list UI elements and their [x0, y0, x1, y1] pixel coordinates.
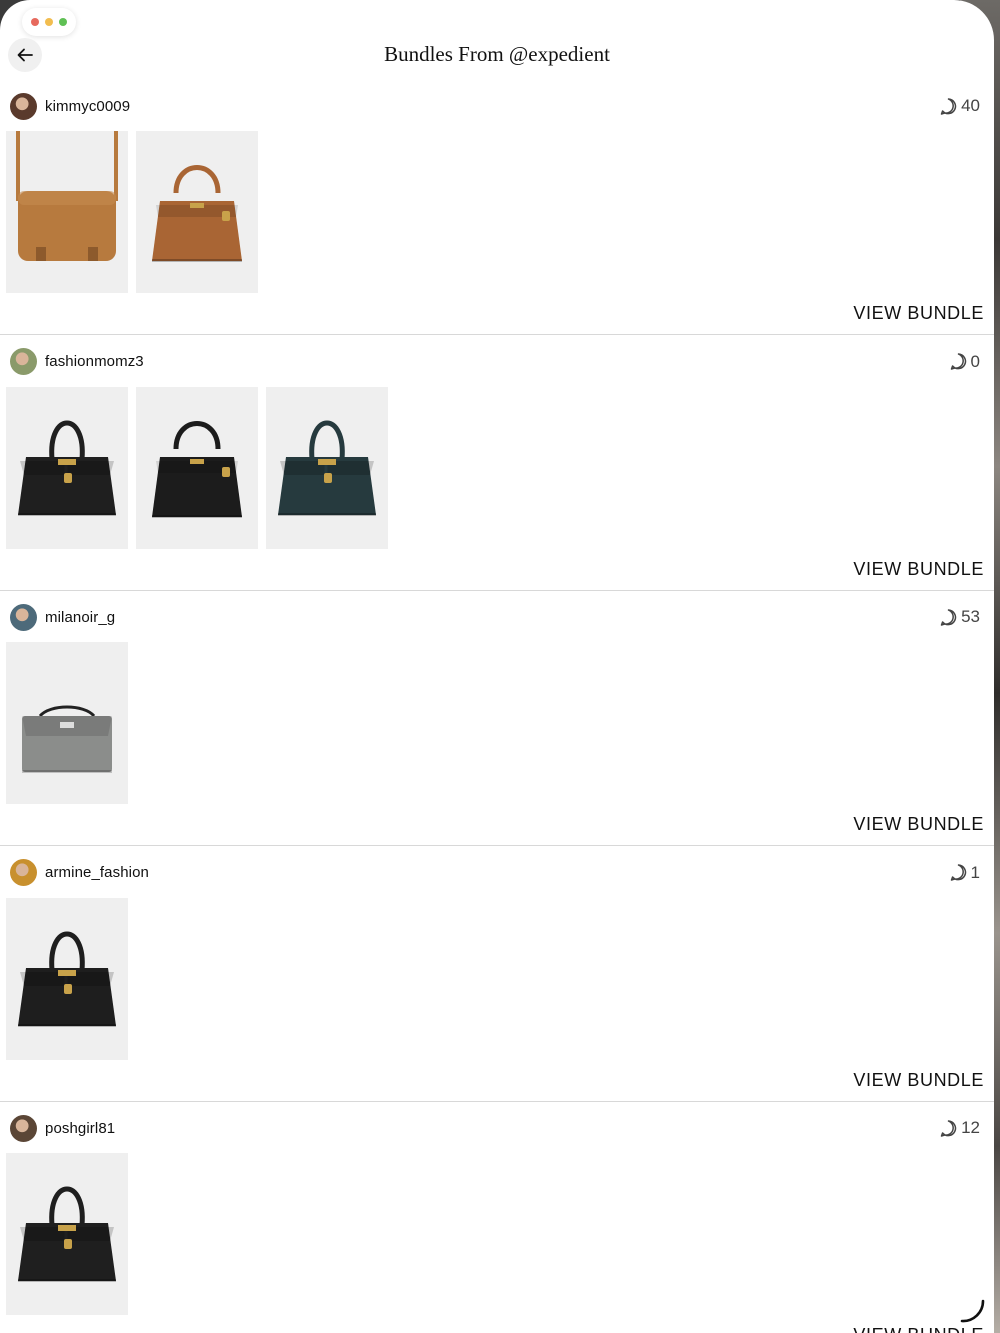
comment-count[interactable]: 0 [949, 352, 980, 372]
comment-count[interactable]: 12 [939, 1118, 980, 1138]
username-link[interactable]: armine_fashion [45, 864, 149, 881]
comment-count-value: 53 [961, 607, 980, 626]
close-window-button[interactable] [31, 18, 39, 26]
view-bundle-button[interactable]: VIEW BUNDLE [853, 303, 984, 324]
bundle-item-thumbnail[interactable] [136, 386, 258, 549]
bundle-header: poshgirl81 12 [10, 1114, 980, 1142]
view-bundle-button[interactable]: VIEW BUNDLE [853, 814, 984, 835]
comment-count-value: 0 [970, 351, 980, 371]
bundle-item-thumbnail[interactable] [6, 897, 128, 1060]
bundle-item-thumbnail[interactable] [6, 131, 128, 293]
comment-count-value: 12 [961, 1118, 980, 1137]
comment-count-value: 40 [961, 96, 980, 115]
bundle-thumbnails [6, 131, 258, 293]
loading-spinner-icon [960, 1299, 985, 1323]
bundle-item-thumbnail[interactable] [136, 131, 258, 293]
avatar[interactable] [10, 603, 37, 631]
bundle-card: kimmyc0009 40 VIEW BUNDLE [0, 80, 994, 335]
minimize-window-button[interactable] [45, 18, 53, 26]
username-link[interactable]: fashionmomz3 [45, 353, 144, 370]
comment-count[interactable]: 40 [939, 96, 980, 116]
comment-bubble-icon [940, 97, 957, 115]
bundle-header: kimmyc0009 40 [10, 92, 980, 120]
username-link[interactable]: kimmyc0009 [45, 98, 130, 115]
app-window: Bundles From @expedient kimmyc0009 40 VI… [0, 0, 994, 1333]
view-bundle-button[interactable]: VIEW BUNDLE [853, 559, 984, 580]
bundle-item-thumbnail[interactable] [6, 386, 128, 549]
page-title: Bundles From @expedient [384, 42, 610, 66]
zoom-window-button[interactable] [59, 18, 67, 26]
bundle-card: armine_fashion 1 VIEW BUNDLE [0, 847, 994, 1102]
comment-bubble-icon [950, 353, 966, 370]
bundle-header: milanoir_g 53 [10, 603, 980, 631]
bundle-card: milanoir_g 53 VIEW BUNDLE [0, 591, 994, 846]
bundle-header: armine_fashion 1 [10, 859, 980, 887]
bundle-item-thumbnail[interactable] [6, 1153, 128, 1315]
avatar[interactable] [10, 92, 37, 120]
window-controls [22, 8, 76, 36]
username-link[interactable]: milanoir_g [45, 609, 115, 626]
bundle-card: poshgirl81 12 VIEW BUNDLE [0, 1102, 994, 1333]
bundle-thumbnails [6, 386, 388, 549]
view-bundle-button[interactable]: VIEW BUNDLE [853, 1070, 984, 1091]
comment-bubble-icon [950, 864, 966, 881]
avatar[interactable] [10, 1114, 37, 1142]
bundle-thumbnails [6, 1153, 128, 1315]
username-link[interactable]: poshgirl81 [45, 1120, 115, 1137]
comment-bubble-icon [940, 1119, 957, 1137]
bundle-thumbnails [6, 642, 128, 804]
bundle-header: fashionmomz3 0 [10, 348, 980, 376]
avatar[interactable] [10, 859, 37, 886]
comment-count[interactable]: 1 [949, 863, 980, 883]
comment-count-value: 1 [970, 862, 980, 882]
comment-count[interactable]: 53 [939, 607, 980, 627]
avatar[interactable] [10, 348, 37, 375]
comment-bubble-icon [940, 608, 957, 626]
bundle-thumbnails [6, 897, 128, 1060]
bundle-card: fashionmomz3 0 VIEW BUNDLE [0, 336, 994, 591]
bundle-item-thumbnail[interactable] [266, 386, 388, 549]
bundle-item-thumbnail[interactable] [6, 642, 128, 804]
